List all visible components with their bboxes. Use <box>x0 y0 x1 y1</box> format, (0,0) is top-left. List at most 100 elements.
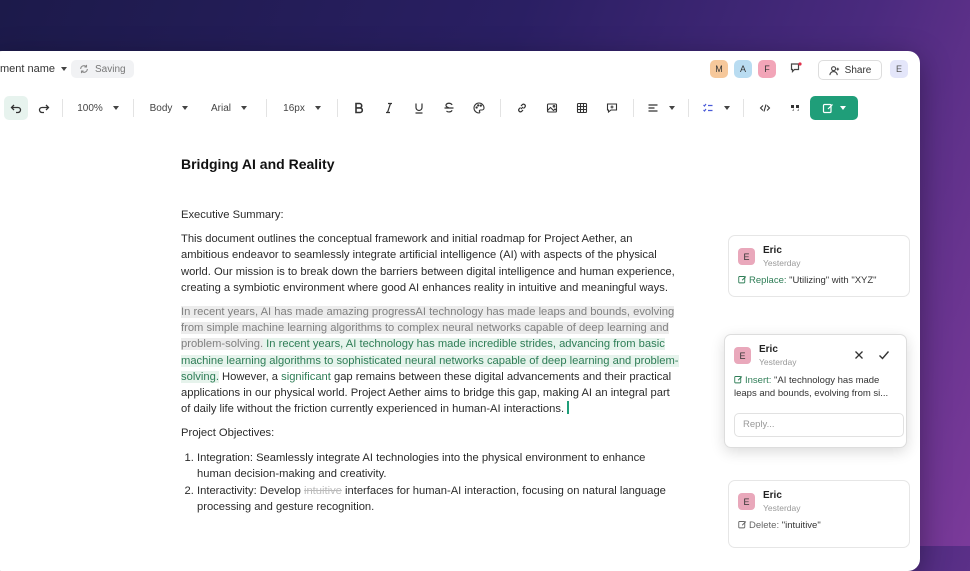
paragraph-2-text: However, a <box>218 370 282 383</box>
document-name-dropdown[interactable]: ment name <box>0 63 68 75</box>
list-dropdown[interactable] <box>695 96 737 120</box>
objective-2-text: Interactivity: Develop <box>197 485 304 498</box>
toolbar-divider <box>133 99 134 117</box>
chevron-down-icon <box>840 106 846 110</box>
ai-edit-icon <box>822 103 833 114</box>
italic-icon <box>386 102 392 114</box>
toolbar-divider <box>337 99 338 117</box>
avatar-m[interactable]: M <box>710 60 728 78</box>
avatar: E <box>738 493 755 510</box>
strikethrough-button[interactable] <box>434 96 464 120</box>
palette-icon <box>473 102 485 114</box>
zoom-dropdown[interactable]: 100% <box>69 96 127 120</box>
underline-button[interactable] <box>404 96 434 120</box>
suggestion-card-delete[interactable]: E Eric Yesterday Delete: "intuitive" <box>728 480 910 548</box>
document-body[interactable]: Bridging AI and Reality Executive Summar… <box>181 155 681 516</box>
add-user-icon <box>829 65 839 75</box>
suggested-deletion[interactable]: intuitive <box>304 485 342 497</box>
share-label: Share <box>844 64 872 76</box>
objectives-list: Integration: Seamlessly integrate AI tec… <box>181 450 681 516</box>
text-color-button[interactable] <box>464 96 494 120</box>
font-size-dropdown[interactable]: 16px <box>273 96 331 120</box>
checklist-icon <box>703 103 713 112</box>
reject-suggestion-icon[interactable] <box>853 349 865 361</box>
toolbar-divider <box>500 99 501 117</box>
code-button[interactable] <box>750 96 780 120</box>
avatar-f[interactable]: F <box>758 60 776 78</box>
table-button[interactable] <box>567 96 597 120</box>
align-dropdown[interactable] <box>640 96 682 120</box>
saving-status: Saving <box>71 60 134 78</box>
toolbar-divider <box>633 99 634 117</box>
undo-icon <box>10 104 22 114</box>
redo-icon <box>38 104 50 114</box>
suggestion-text: Delete: "intuitive" <box>738 519 908 532</box>
share-button[interactable]: Share <box>818 60 882 80</box>
link-button[interactable] <box>507 96 537 120</box>
list-item: Interactivity: Develop intuitive interfa… <box>197 483 681 515</box>
suggestion-text: Insert: "AI technology has made leaps an… <box>734 374 900 400</box>
chevron-down-icon <box>112 106 119 110</box>
chevron-down-icon <box>724 106 730 110</box>
font-family-dropdown[interactable]: Arial <box>198 96 260 120</box>
edit-icon <box>734 376 743 384</box>
chevron-down-icon <box>241 106 247 110</box>
suggestion-card-insert[interactable]: E Eric Yesterday Insert: "AI technology … <box>724 334 907 448</box>
ai-edit-button[interactable] <box>810 96 858 120</box>
user-avatar[interactable]: E <box>890 60 908 78</box>
italic-button[interactable] <box>374 96 404 120</box>
code-icon <box>759 104 771 112</box>
add-comment-button[interactable] <box>597 96 627 120</box>
suggestion-action: Delete: <box>749 520 780 531</box>
image-button[interactable] <box>537 96 567 120</box>
table-icon <box>576 102 588 114</box>
chevron-down-icon <box>314 106 321 110</box>
comment-time: Yesterday <box>759 357 797 367</box>
image-icon <box>546 103 558 113</box>
suggestion-text: Replace: "Utilizing" with "XYZ" <box>738 274 908 287</box>
underline-icon <box>415 103 423 114</box>
text-cursor <box>567 401 569 415</box>
comment-time: Yesterday <box>763 503 801 513</box>
commenter-name: Eric <box>763 245 782 256</box>
suggestion-detail: "Utilizing" with "XYZ" <box>789 275 877 286</box>
link-icon <box>518 103 526 113</box>
chevron-down-icon <box>182 106 189 110</box>
toolbar-divider <box>62 99 63 117</box>
executive-summary-heading: Executive Summary: <box>181 209 284 221</box>
bold-icon <box>355 102 364 114</box>
document-name: ment name <box>0 63 56 75</box>
saving-label: Saving <box>95 63 126 75</box>
avatar: E <box>738 248 755 265</box>
project-objectives-heading: Project Objectives: <box>181 427 275 440</box>
document-title: Bridging AI and Reality <box>181 156 335 172</box>
edit-icon <box>738 521 747 529</box>
align-icon <box>648 104 658 112</box>
text-style-dropdown[interactable]: Body <box>140 96 198 120</box>
chevron-down-icon <box>61 67 68 71</box>
commenter-name: Eric <box>759 344 778 355</box>
header-bar: ment name Saving M A F Share E <box>0 51 920 87</box>
quote-icon <box>791 105 799 111</box>
suggestion-action: Insert: <box>745 375 772 386</box>
undo-button[interactable] <box>4 96 28 120</box>
comments-notification-icon[interactable] <box>790 62 802 74</box>
reply-input[interactable]: Reply... <box>734 413 904 437</box>
commenter-name: Eric <box>763 490 782 501</box>
list-item: Integration: Seamlessly integrate AI tec… <box>197 450 681 482</box>
text-style-value: Body <box>149 102 173 114</box>
font-size-value: 16px <box>283 102 305 114</box>
quote-button[interactable] <box>780 96 810 120</box>
sync-icon <box>80 64 88 74</box>
chevron-down-icon <box>669 106 675 110</box>
bold-button[interactable] <box>344 96 374 120</box>
suggestion-action: Replace: <box>749 275 787 286</box>
inserted-word[interactable]: significant <box>281 371 331 383</box>
suggestion-card-replace[interactable]: E Eric Yesterday Replace: "Utilizing" wi… <box>728 235 910 297</box>
avatar-a[interactable]: A <box>734 60 752 78</box>
strikethrough-icon <box>444 102 454 113</box>
edit-icon <box>738 276 747 284</box>
redo-button[interactable] <box>32 96 56 120</box>
accept-suggestion-icon[interactable] <box>878 349 890 361</box>
comment-time: Yesterday <box>763 258 801 268</box>
